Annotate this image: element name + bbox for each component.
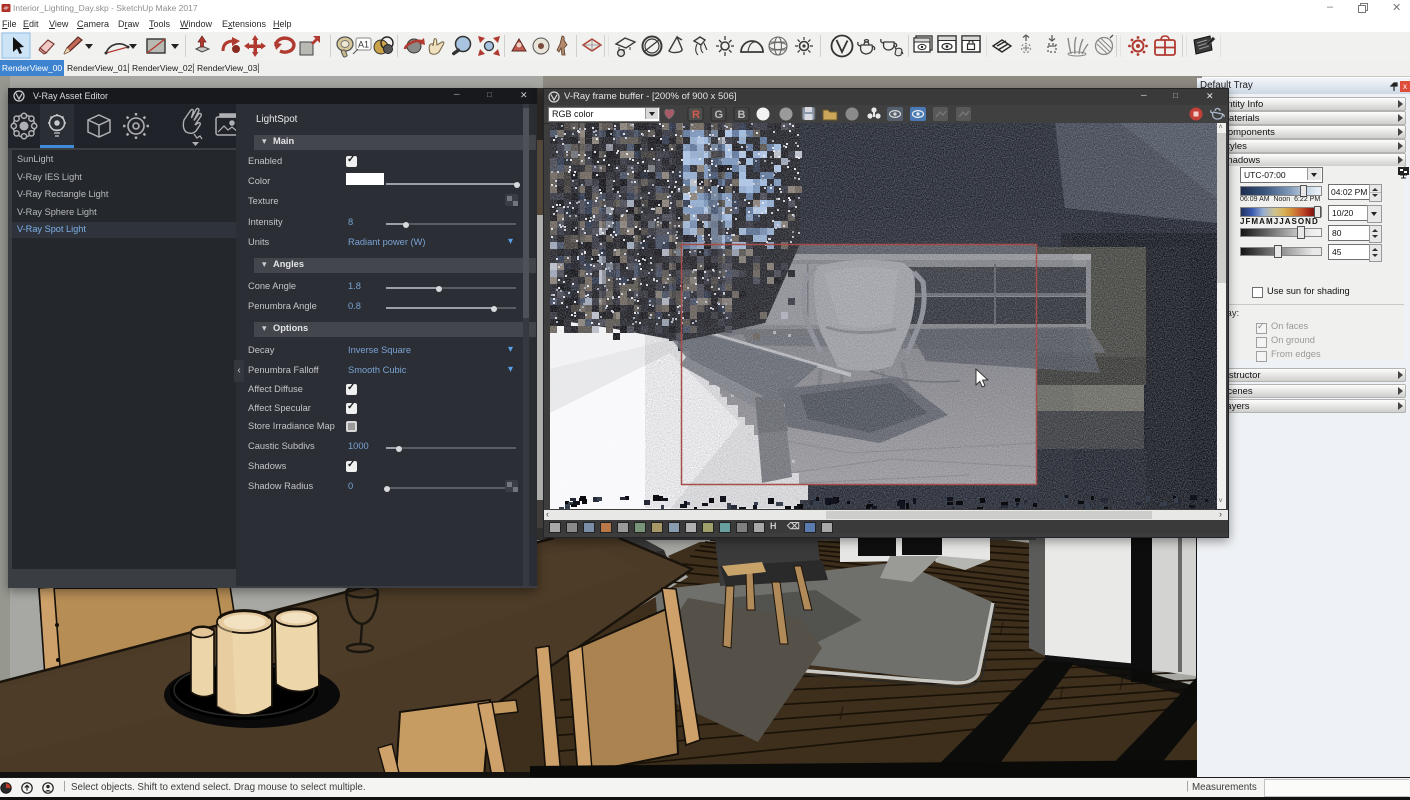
svg-text:A1: A1 (358, 40, 369, 50)
svg-text:G: G (715, 109, 724, 121)
svg-text:R: R (692, 109, 700, 121)
svg-text:B: B (738, 109, 746, 121)
